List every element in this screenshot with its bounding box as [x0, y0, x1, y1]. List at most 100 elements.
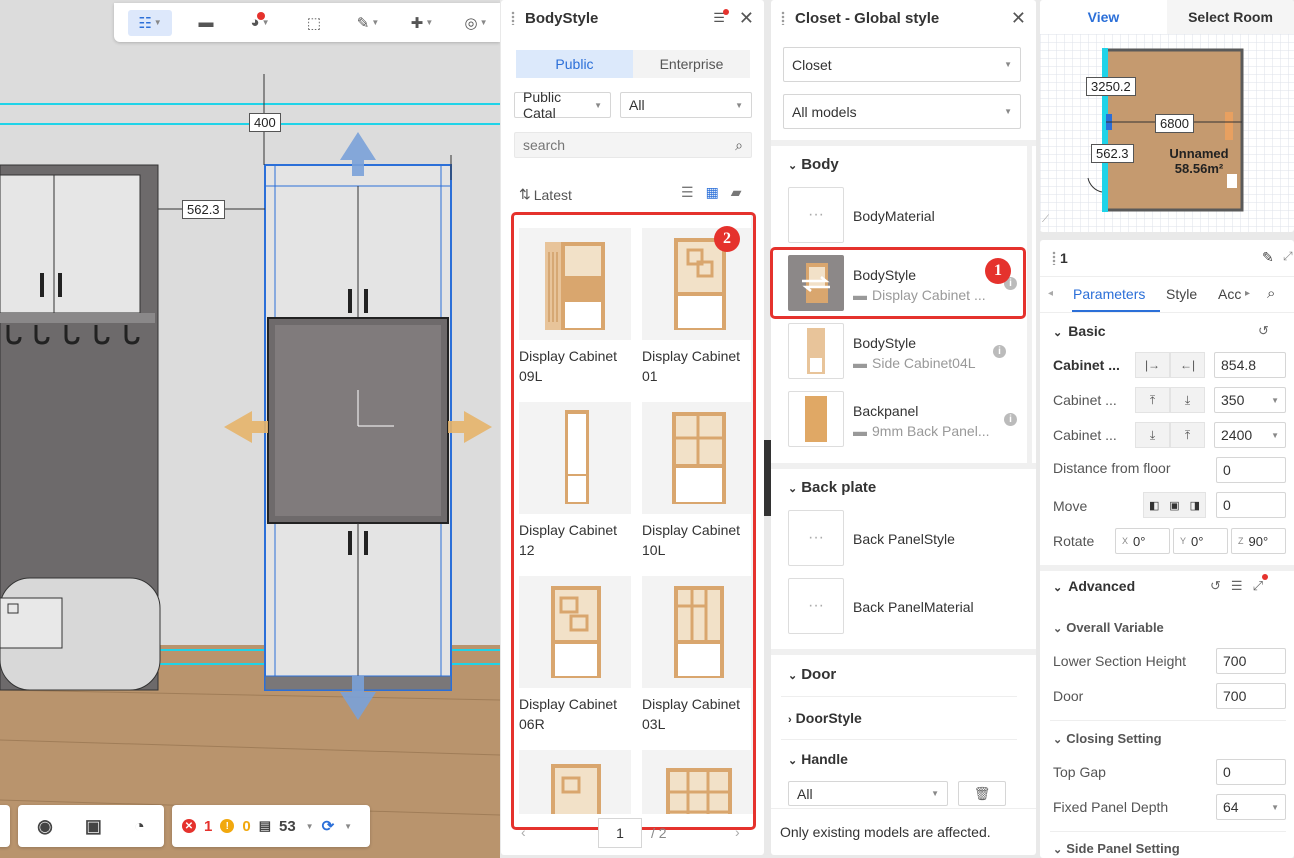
param-input[interactable]: 0 [1216, 457, 1286, 483]
resize-handle-icon[interactable]: ⟋ [1042, 214, 1049, 225]
param-input[interactable]: 0 [1216, 759, 1286, 785]
filter-select[interactable]: All ▼ [620, 92, 752, 118]
floor-plan[interactable] [1040, 34, 1294, 232]
list-settings-icon[interactable]: ☰ [1231, 578, 1243, 594]
tab-style[interactable]: Style [1166, 286, 1197, 302]
tab-prev-icon[interactable]: ◂ [1048, 288, 1053, 299]
closet-type-select[interactable]: Closet ▼ [783, 47, 1021, 82]
panel-scrollbar[interactable] [1027, 146, 1032, 466]
section-basic[interactable]: ⌄ Basic [1053, 323, 1106, 339]
info-icon[interactable]: i [993, 345, 1006, 358]
section-closing-setting[interactable]: ⌄ Closing Setting [1053, 731, 1162, 746]
list-select-button[interactable]: ☷ ▼ [128, 9, 172, 36]
target-button[interactable]: ◎ ▼ [456, 10, 496, 36]
param-input[interactable]: 0 [1216, 492, 1286, 518]
expand-icon[interactable]: ⤢ [1283, 249, 1293, 264]
search-input[interactable] [523, 137, 723, 153]
depth-anchor-toggle[interactable]: ⤒ ⤓ [1135, 387, 1205, 413]
palette-button[interactable]: ◕ ▼ [240, 10, 280, 36]
collapse-handle[interactable] [764, 440, 771, 516]
delete-button[interactable]: 🗑 [958, 781, 1006, 806]
section-advanced[interactable]: ⌄ Advanced [1053, 578, 1135, 594]
body-material-slot[interactable]: ··· [788, 187, 844, 243]
param-input[interactable]: 700 [1216, 648, 1286, 674]
frame-select-button[interactable]: ⬚ [294, 10, 334, 36]
info-icon[interactable]: i [1004, 413, 1017, 426]
edit-icon[interactable]: ✎ [1262, 249, 1274, 266]
brush-button[interactable]: ✎ ▼ [348, 10, 388, 36]
rotate-y-input[interactable]: Y 0° [1173, 528, 1228, 554]
catalog-select[interactable]: Public Catal ▼ [514, 89, 611, 121]
back-panel-style-slot[interactable]: ··· [788, 510, 844, 566]
search-box[interactable]: ⌕ [514, 132, 752, 158]
gauge-icon[interactable]: ◔ [134, 816, 145, 837]
tab-select-room[interactable]: Select Room [1167, 0, 1294, 34]
dimension-depth-label[interactable]: 562.3 [182, 200, 225, 219]
section-door-style[interactable]: › DoorStyle [788, 710, 862, 726]
dimension-width-label[interactable]: 400 [249, 113, 281, 132]
folder-icon[interactable]: ▰ [731, 184, 742, 201]
close-icon[interactable]: ✕ [739, 8, 754, 29]
warning-icon[interactable]: ! [220, 819, 235, 833]
slot-sub: ▬ 9mm Back Panel... [853, 423, 990, 439]
section-overall-variable[interactable]: ⌄ Overall Variable [1053, 620, 1164, 635]
puzzle-button[interactable]: ✚ ▼ [402, 10, 442, 36]
search-icon[interactable]: ⌕ [735, 137, 743, 154]
section-back-plate[interactable]: ⌄ Back plate [788, 479, 876, 496]
page-input[interactable]: 1 [598, 818, 642, 848]
param-input[interactable]: 700 [1216, 683, 1286, 709]
param-input[interactable]: 854.8 [1214, 352, 1286, 378]
backpanel-slot[interactable] [788, 391, 844, 447]
step-badge-1: 1 [985, 258, 1011, 284]
close-icon[interactable]: ✕ [1011, 8, 1026, 29]
model-scope-select[interactable]: All models ▼ [783, 94, 1021, 129]
body-style-slot-2[interactable] [788, 323, 844, 379]
bodystyle-panel: BodyStyle ☰ ✕ Public Enterprise Public C… [501, 0, 764, 855]
chevron-down-icon[interactable]: ▼ [306, 822, 314, 831]
sync-icon[interactable]: ⟳ [322, 817, 335, 835]
list-view-icon[interactable]: ☰ [681, 184, 694, 201]
3d-viewport[interactable]: 400 562.3 ☷ ▼ ▬ ◕ ▼ ⬚ ✎ ▼ ✚ ▼ ◎ ▼ ◉ ▣ ◔ ✕ [0, 0, 500, 858]
error-icon[interactable]: ✕ [182, 819, 196, 833]
handle-select[interactable]: All ▼ [788, 781, 948, 806]
room-label[interactable]: Unnamed 58.56m² [1144, 146, 1254, 176]
drag-handle-icon[interactable] [511, 11, 515, 25]
next-page-icon[interactable]: › [735, 824, 740, 840]
rotate-x-input[interactable]: X 0° [1115, 528, 1170, 554]
drag-handle-icon[interactable] [781, 11, 785, 25]
eye-icon[interactable]: ◉ [37, 816, 53, 837]
back-panel-material-slot[interactable]: ··· [788, 578, 844, 634]
section-door[interactable]: ⌄ Door [788, 666, 836, 683]
menu-icon[interactable]: ☰ [713, 9, 729, 26]
expand-icon[interactable]: ⤢ [1253, 574, 1268, 594]
tab-enterprise[interactable]: Enterprise [633, 50, 750, 78]
paint-roller-button[interactable]: ▬ [186, 10, 226, 36]
drag-handle-icon[interactable] [1052, 251, 1056, 265]
chevron-down-icon[interactable]: ▼ [344, 822, 352, 831]
section-side-panel-setting[interactable]: ⌄ Side Panel Setting [1053, 841, 1180, 856]
cube-icon[interactable]: ▣ [85, 816, 102, 837]
param-select[interactable]: 64 ▼ [1216, 794, 1286, 820]
param-select[interactable]: 350 ▼ [1214, 387, 1286, 413]
tab-next-icon[interactable]: ▸ [1245, 288, 1250, 299]
reset-icon[interactable]: ↺ [1210, 578, 1221, 594]
rotate-z-input[interactable]: Z 90° [1231, 528, 1286, 554]
prev-page-icon[interactable]: ‹ [521, 824, 526, 840]
height-anchor-toggle[interactable]: ⤓ ⤒ [1135, 422, 1205, 448]
paint-roller-icon: ▬ [198, 14, 214, 31]
model-count: 53 [278, 817, 296, 835]
section-handle[interactable]: ⌄ Handle [788, 751, 848, 767]
param-label: Top Gap [1053, 764, 1106, 780]
width-anchor-toggle[interactable]: |→ ←| [1135, 352, 1205, 378]
search-icon[interactable]: ⌕ [1267, 285, 1275, 302]
param-select[interactable]: 2400 ▼ [1214, 422, 1286, 448]
move-direction-buttons[interactable]: ◧ ▣ ◨ [1143, 492, 1206, 518]
tab-view[interactable]: View [1040, 0, 1167, 34]
reset-icon[interactable]: ↺ [1258, 323, 1269, 339]
grid-view-icon[interactable]: ▦ [706, 184, 719, 201]
sort-button[interactable]: ⇅ Latest [519, 186, 572, 203]
tab-parameters[interactable]: Parameters [1073, 286, 1145, 302]
tab-public[interactable]: Public [516, 50, 633, 78]
tab-accessories[interactable]: Acc [1218, 286, 1241, 302]
section-body[interactable]: ⌄ Body [788, 156, 839, 173]
